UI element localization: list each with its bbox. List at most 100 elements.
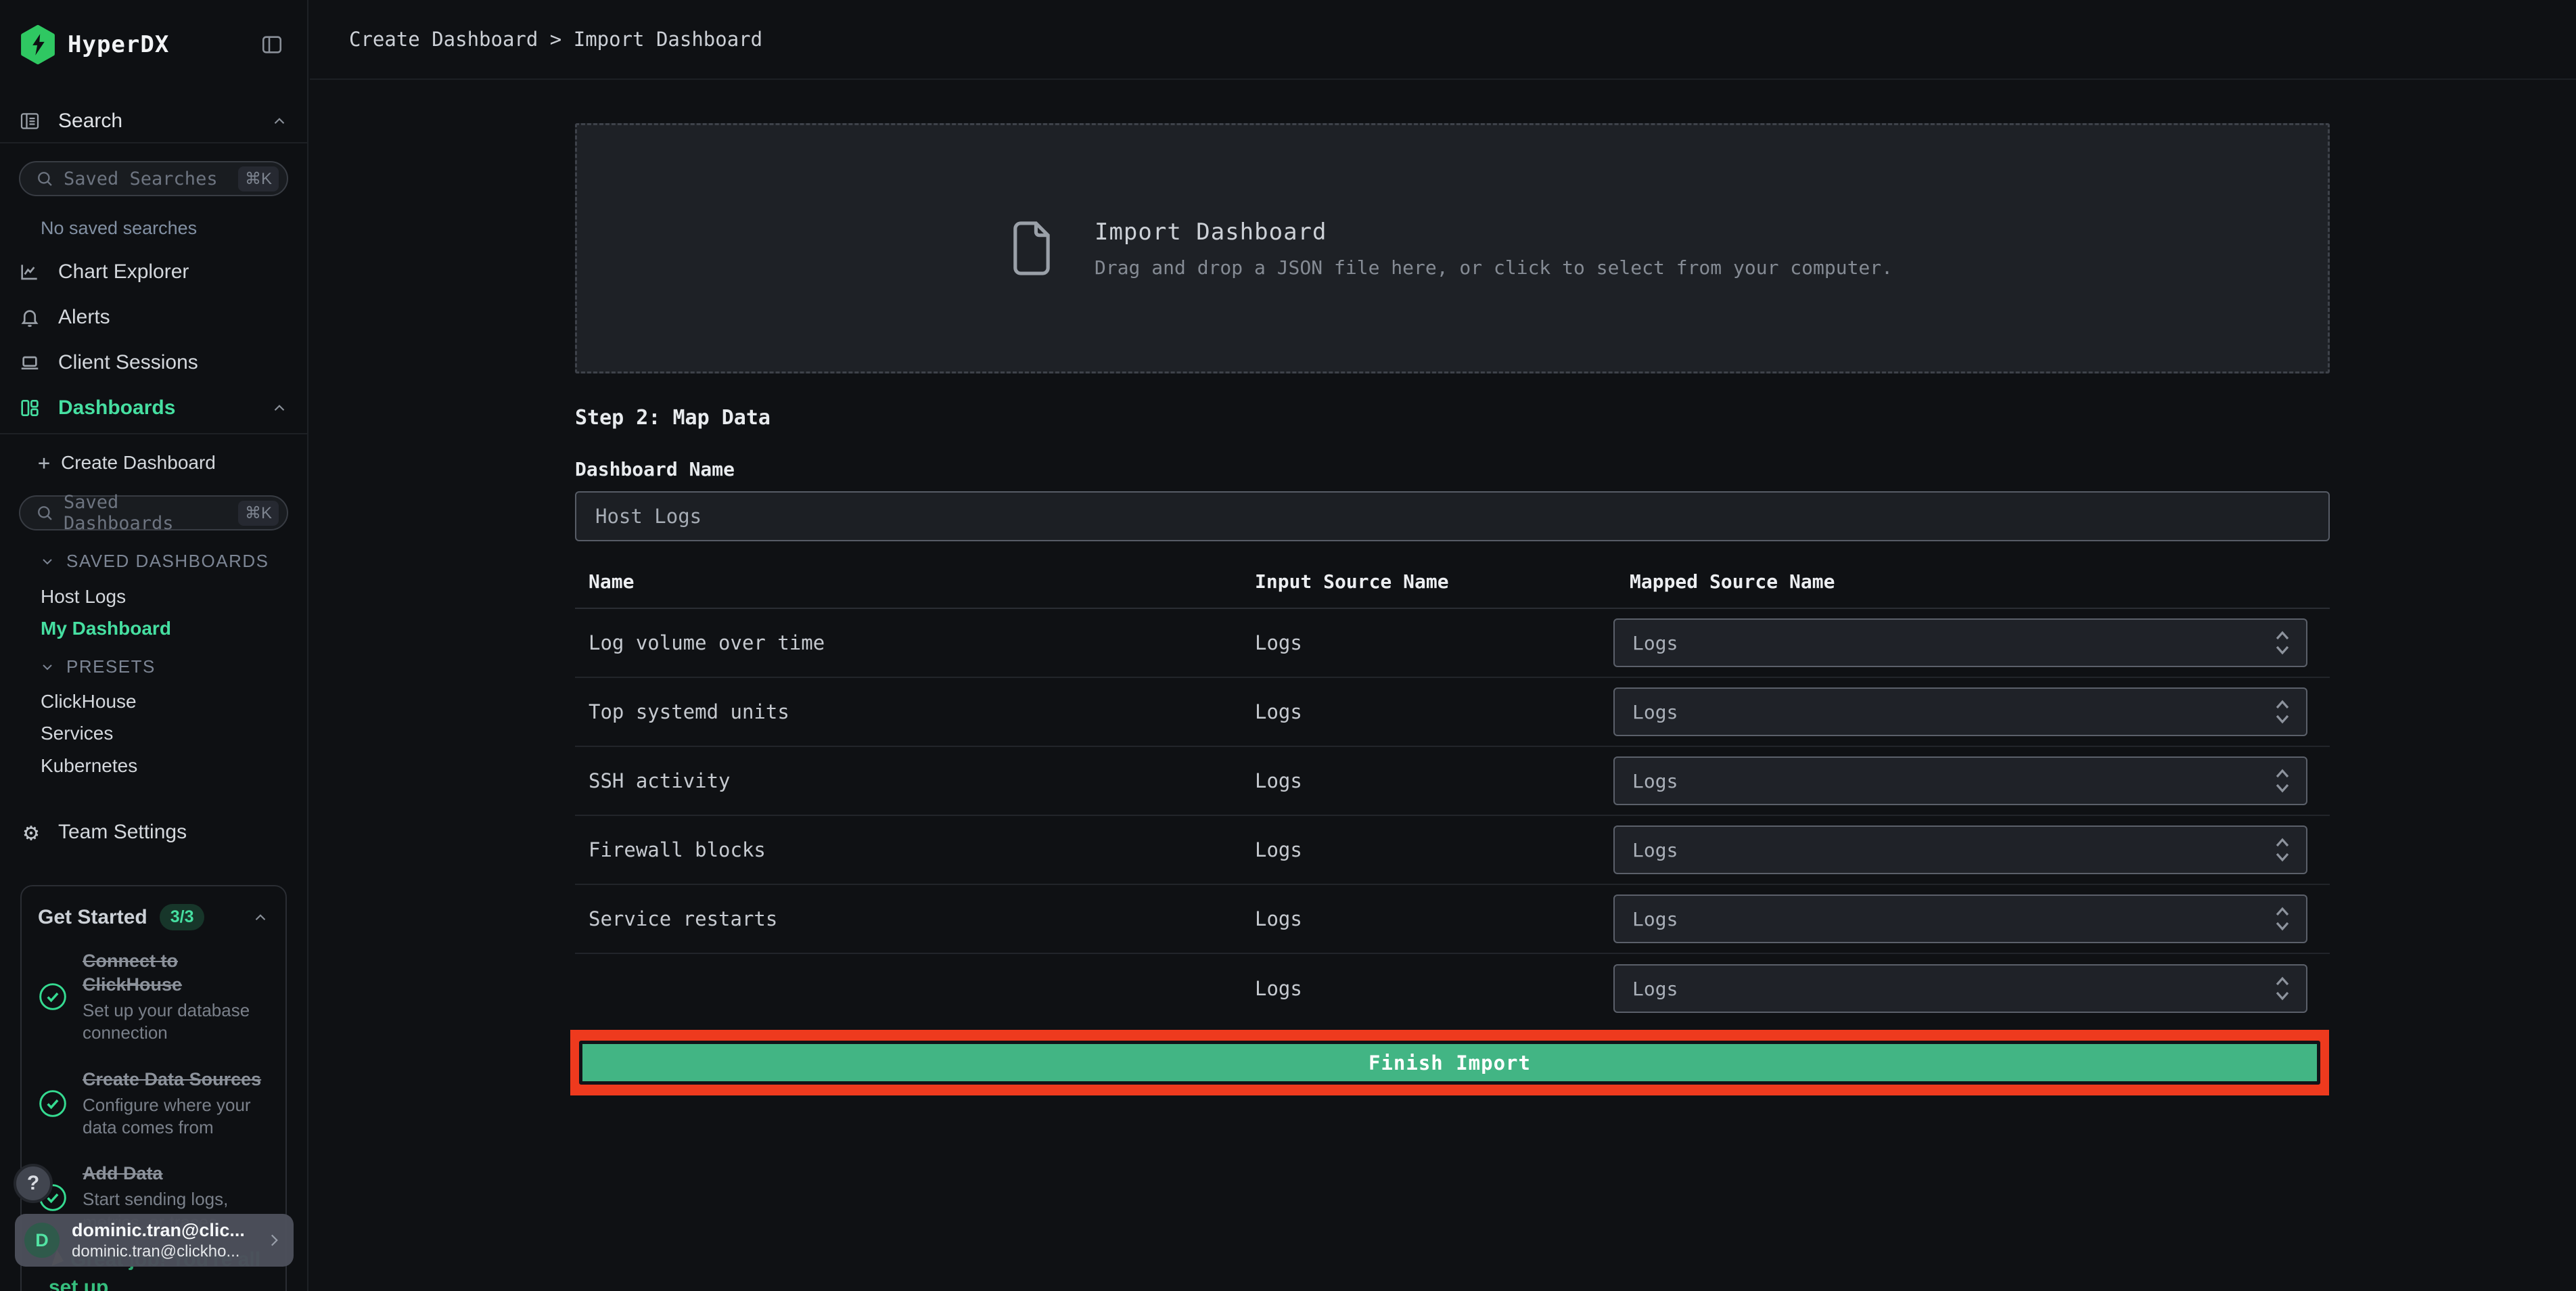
user-email: dominic.tran@clickho... xyxy=(72,1242,240,1261)
mapped-source-value: Logs xyxy=(1632,769,1678,792)
saved-dashboards-section-header[interactable]: SAVED DASHBOARDS xyxy=(39,551,269,572)
logo-row: HyperDX xyxy=(19,24,291,65)
sidebar-item-dashboards[interactable]: Dashboards xyxy=(0,388,307,428)
dropzone-subtitle: Drag and drop a JSON file here, or click… xyxy=(1094,256,1893,279)
mapped-source-select[interactable]: Logs xyxy=(1613,756,2307,805)
chevron-down-icon xyxy=(43,558,52,564)
sidebar-item-host-logs[interactable]: Host Logs xyxy=(41,586,126,608)
mapped-source-select[interactable]: Logs xyxy=(1613,618,2307,667)
select-chevrons-icon xyxy=(2276,631,2289,655)
get-started-progress-badge: 3/3 xyxy=(159,904,205,930)
saved-dashboards-input[interactable]: Saved Dashboards ⌘K xyxy=(19,492,288,534)
select-chevrons-icon xyxy=(2276,838,2289,862)
get-started-item-title: Add Data xyxy=(83,1163,163,1184)
chevron-down-icon xyxy=(43,664,52,670)
select-chevrons-icon xyxy=(2276,976,2289,1001)
sidebar-item-client-sessions[interactable]: Client Sessions xyxy=(0,342,307,383)
row-input-source: Logs xyxy=(1255,769,1302,792)
help-label: ? xyxy=(26,1172,40,1194)
finish-import-button[interactable]: Finish Import xyxy=(579,1041,2320,1085)
select-chevrons-icon xyxy=(2276,907,2289,931)
sidebar-item-services[interactable]: Services xyxy=(41,723,113,744)
row-name: Log volume over time xyxy=(589,631,825,654)
create-dashboard-button[interactable]: + Create Dashboard xyxy=(38,449,216,476)
mapped-source-value: Logs xyxy=(1632,838,1678,861)
team-settings-label: Team Settings xyxy=(58,821,187,843)
table-header-row: Name Input Source Name Mapped Source Nam… xyxy=(575,555,2330,609)
dashboards-grid-icon xyxy=(21,400,39,416)
main-header: Create Dashboard > Import Dashboard xyxy=(310,0,2576,80)
search-section-label: Search xyxy=(58,110,123,132)
sidebar-item-kubernetes[interactable]: Kubernetes xyxy=(41,755,137,777)
check-circle-icon xyxy=(39,1089,66,1117)
table-row: SSH activity Logs Logs xyxy=(575,747,2330,816)
mapped-source-select[interactable]: Logs xyxy=(1613,687,2307,736)
row-name: SSH activity xyxy=(589,769,731,792)
chevron-up-icon[interactable] xyxy=(252,909,269,926)
chevron-up-icon xyxy=(274,118,285,124)
saved-searches-input[interactable]: Saved Searches ⌘K xyxy=(19,161,288,196)
sidebar: HyperDX Search Saved Searches ⌘K No save… xyxy=(0,0,308,1291)
chart-explorer-icon xyxy=(21,265,37,280)
search-section-header[interactable]: Search xyxy=(0,100,307,143)
section-label: SAVED DASHBOARDS xyxy=(66,551,269,571)
section-label: PRESETS xyxy=(66,656,156,677)
panel-left-icon xyxy=(262,36,282,53)
sidebar-item-label: Client Sessions xyxy=(58,351,198,373)
dashboard-name-label: Dashboard Name xyxy=(575,458,735,480)
chevron-up-icon xyxy=(274,405,285,411)
saved-dashboards-placeholder: Saved Dashboards xyxy=(64,492,174,534)
sidebar-item-chart-explorer[interactable]: Chart Explorer xyxy=(0,252,307,292)
mapped-source-value: Logs xyxy=(1632,631,1678,654)
sidebar-item-my-dashboard[interactable]: My Dashboard xyxy=(41,618,171,639)
shortcut-badge: ⌘K xyxy=(237,500,279,526)
plus-icon: + xyxy=(38,451,51,475)
dashboard-name-input[interactable]: Host Logs xyxy=(575,491,2330,541)
divider xyxy=(0,433,307,434)
get-started-item[interactable]: Connect to ClickHouse Set up your databa… xyxy=(38,949,269,1045)
presets-section-header[interactable]: PRESETS xyxy=(39,656,156,677)
mapped-source-select[interactable]: Logs xyxy=(1613,894,2307,943)
avatar: D xyxy=(24,1223,60,1258)
get-started-item-subtitle: Configure where your data comes from xyxy=(83,1094,251,1138)
row-input-source: Logs xyxy=(1255,838,1302,861)
select-chevrons-icon xyxy=(2276,700,2289,724)
row-name: Service restarts xyxy=(589,907,778,930)
dashboard-name-value: Host Logs xyxy=(595,505,702,528)
row-input-source: Logs xyxy=(1255,907,1302,930)
shortcut-badge: ⌘K xyxy=(237,166,279,191)
search-icon xyxy=(38,506,52,520)
mapping-table: Name Input Source Name Mapped Source Nam… xyxy=(575,555,2330,1023)
dropzone-title: Import Dashboard xyxy=(1094,218,1327,246)
annotation-highlight-box: Finish Import xyxy=(570,1030,2329,1095)
row-name: Firewall blocks xyxy=(589,838,766,861)
column-header-name: Name xyxy=(589,570,635,593)
sidebar-item-alerts[interactable]: Alerts xyxy=(0,297,307,338)
help-button[interactable]: ? xyxy=(14,1164,53,1203)
mapped-source-select[interactable]: Logs xyxy=(1613,825,2307,874)
mapped-source-select[interactable]: Logs xyxy=(1613,964,2307,1013)
collapse-sidebar-button[interactable] xyxy=(253,26,291,64)
row-input-source: Logs xyxy=(1255,631,1302,654)
hyperdx-logo-icon xyxy=(21,24,55,65)
chevron-right-icon xyxy=(271,1234,278,1246)
sidebar-item-clickhouse[interactable]: ClickHouse xyxy=(41,691,137,712)
get-started-title: Get Started xyxy=(38,905,147,928)
import-dropzone[interactable]: Import Dashboard Drag and drop a JSON fi… xyxy=(575,123,2330,373)
get-started-item[interactable]: Create Data Sources Configure where your… xyxy=(38,1068,269,1139)
no-saved-searches-note: No saved searches xyxy=(41,218,198,238)
sidebar-item-label: Dashboards xyxy=(58,397,176,419)
sidebar-item-team-settings[interactable]: ⚙ Team Settings xyxy=(18,816,187,848)
check-circle-icon xyxy=(39,983,66,1011)
mapped-source-value: Logs xyxy=(1632,907,1678,930)
user-account-chip[interactable]: D dominic.tran@clic... dominic.tran@clic… xyxy=(15,1214,294,1267)
gear-icon: ⚙ xyxy=(24,818,39,846)
row-name: Top systemd units xyxy=(589,700,789,723)
app-title: HyperDX xyxy=(68,31,170,58)
import-dashboard-content: Import Dashboard Drag and drop a JSON fi… xyxy=(570,80,2330,1095)
table-row: Top systemd units Logs Logs xyxy=(575,678,2330,747)
laptop-icon xyxy=(21,356,39,369)
search-panel-icon xyxy=(20,113,39,129)
mapped-source-value: Logs xyxy=(1632,977,1678,1000)
column-header-mapped-source: Mapped Source Name xyxy=(1630,570,1835,593)
